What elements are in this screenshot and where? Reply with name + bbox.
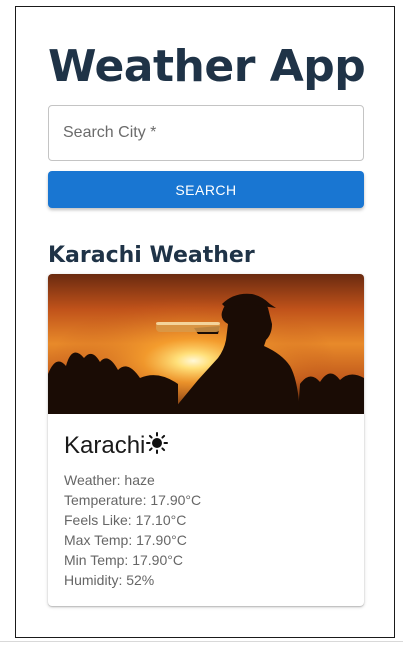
detail-max-temp: Max Temp: 17.90°C: [64, 532, 187, 548]
weather-photo: [48, 274, 364, 414]
city-weather-heading: Karachi Weather: [48, 243, 255, 268]
search-city-field[interactable]: [48, 105, 364, 161]
city-title-row: Karachi: [64, 429, 169, 463]
detail-min-temp: Min Temp: 17.90°C: [64, 552, 183, 568]
search-button[interactable]: SEARCH: [48, 171, 364, 208]
detail-feels-like: Feels Like: 17.10°C: [64, 512, 187, 528]
detail-temperature: Temperature: 17.90°C: [64, 492, 202, 508]
detail-weather: Weather: haze: [64, 472, 155, 488]
weather-details: Weather: haze Temperature: 17.90°C Feels…: [64, 470, 201, 590]
detail-humidity: Humidity: 52%: [64, 572, 155, 588]
page-divider: [0, 641, 403, 642]
weather-card: Karachi Weather: haze Temperature: 17.90…: [48, 274, 364, 606]
app-title: Weather App: [48, 41, 366, 92]
sun-icon: [146, 432, 169, 454]
search-city-input[interactable]: [49, 106, 363, 160]
city-name: Karachi: [64, 432, 146, 459]
